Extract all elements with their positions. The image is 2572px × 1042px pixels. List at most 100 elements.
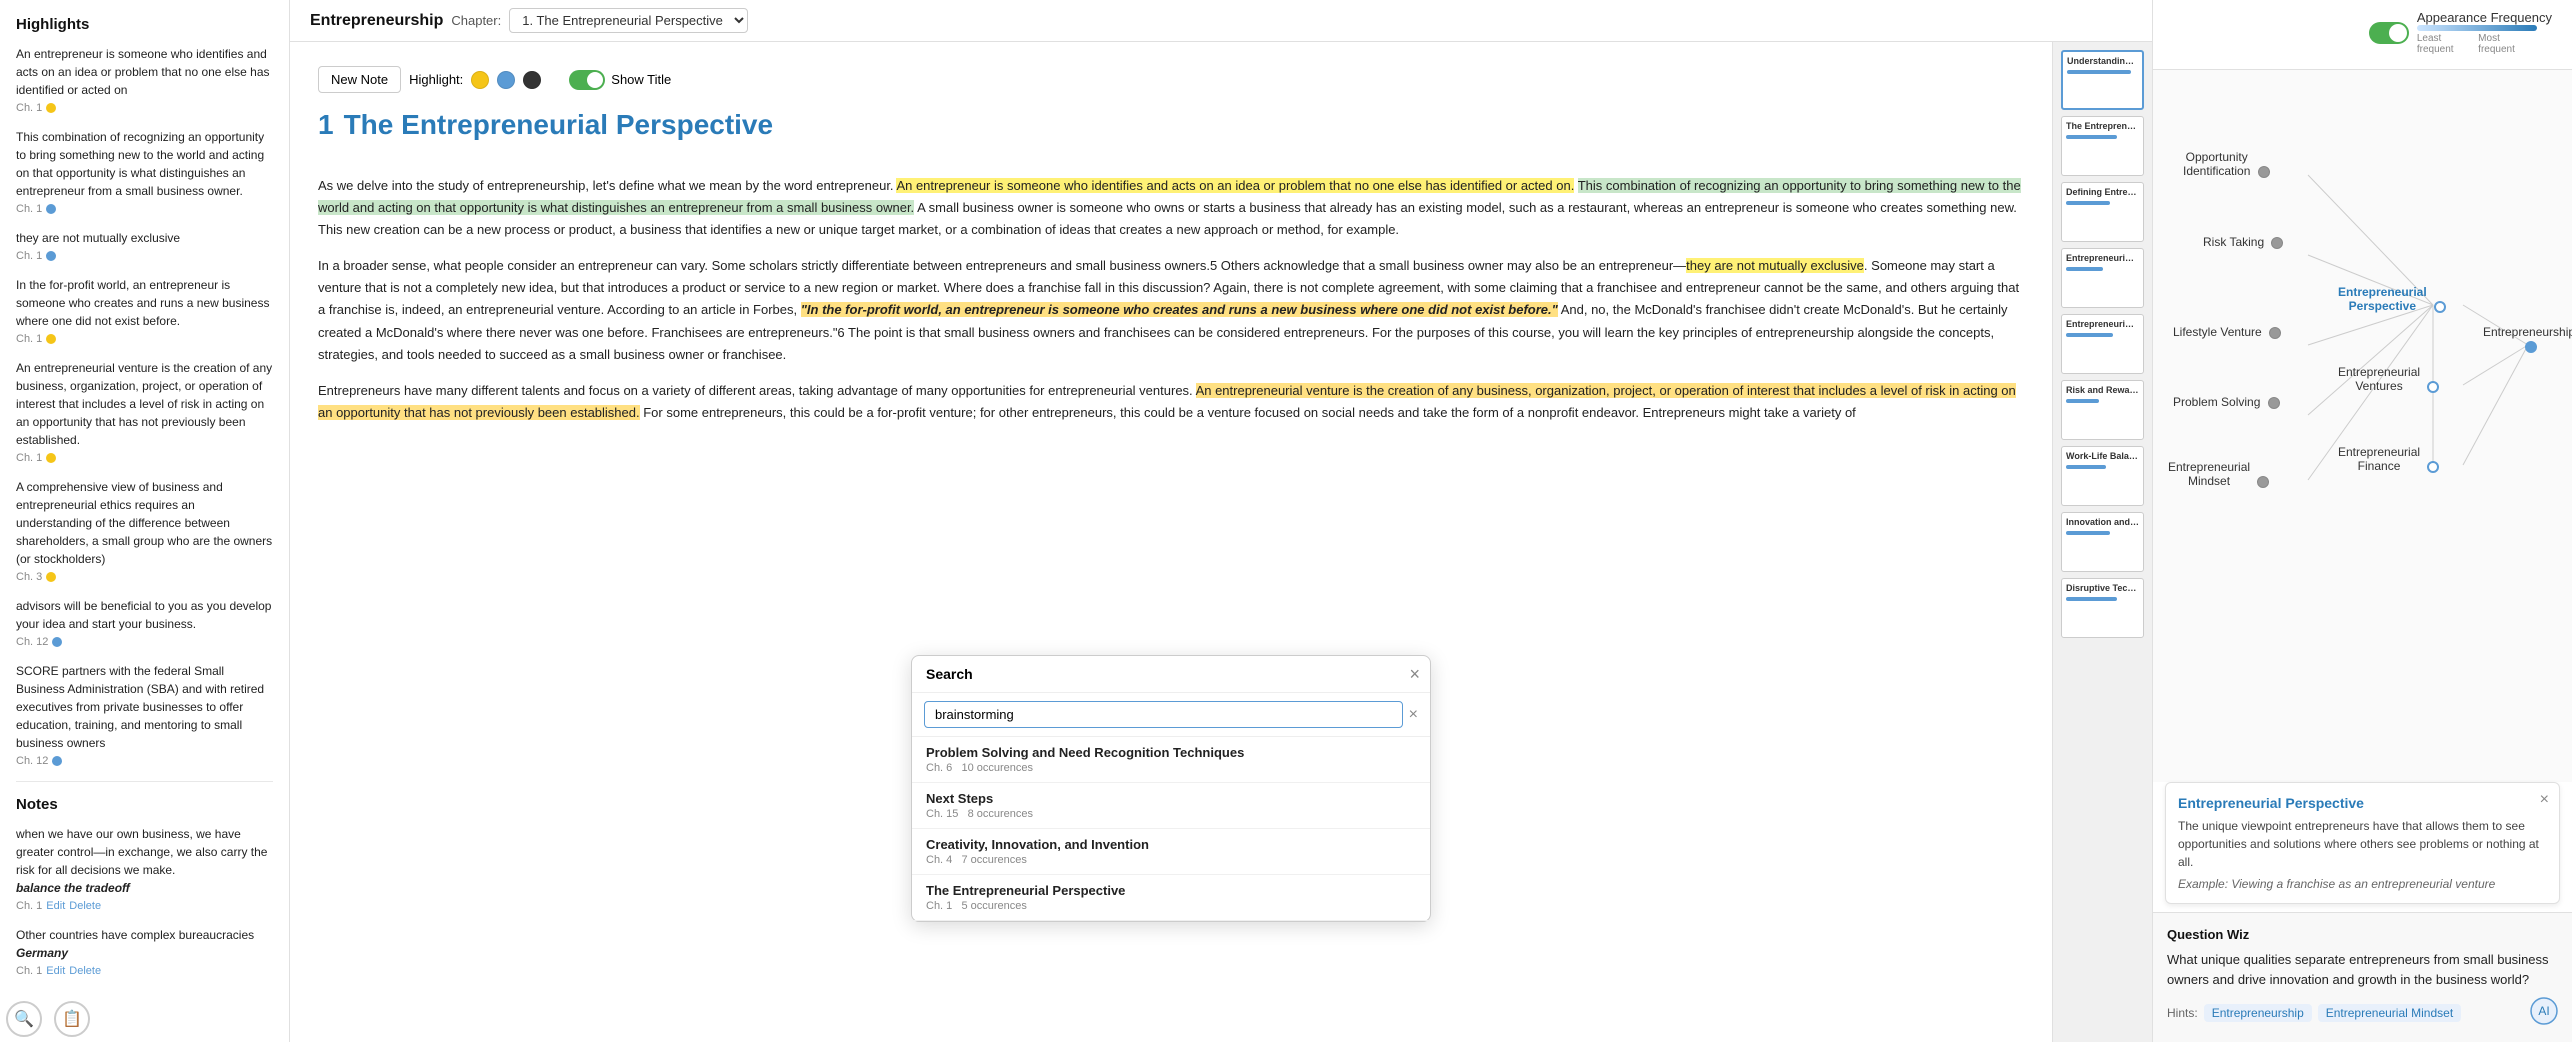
thumb-bar-6 — [2066, 465, 2106, 469]
thumbnail-item-3[interactable]: Entrepreneurial Ven... — [2061, 248, 2144, 308]
node-entrepreneurship-dot — [2525, 341, 2537, 353]
note-edit-2[interactable]: Edit — [46, 965, 65, 977]
highlight-meta-6: Ch. 3 — [16, 571, 273, 583]
highlight-chapter-8: Ch. 12 — [16, 755, 48, 767]
note-chapter-label-1: Ch. 1 — [16, 900, 42, 912]
search-result-title-3: Creativity, Innovation, and Invention — [926, 837, 1416, 852]
info-card-text: The unique viewpoint entrepreneurs have … — [2178, 817, 2547, 871]
search-input[interactable] — [924, 701, 1403, 728]
node-opportunity[interactable]: OpportunityIdentification — [2183, 150, 2270, 178]
reading-panel: New Note Highlight: Show Title 1 The Ent… — [290, 42, 2052, 1042]
highlight-item-5: An entrepreneurial venture is the creati… — [16, 359, 273, 464]
node-entrepreneurial-finance[interactable]: EntrepreneurialFinance — [2338, 445, 2439, 473]
node-risk-taking-label: Risk Taking — [2203, 235, 2264, 249]
search-result-title-2: Next Steps — [926, 791, 1416, 806]
toggle-switch[interactable] — [569, 70, 605, 90]
show-title-toggle[interactable]: Show Title — [569, 70, 671, 90]
info-card-example: Example: Viewing a franchise as an entre… — [2178, 877, 2547, 891]
search-close-button[interactable]: × — [1409, 664, 1420, 685]
node-risk-taking[interactable]: Risk Taking — [2203, 235, 2283, 249]
node-entrepreneurial-mindset[interactable]: EntrepreneurialMindset — [2168, 460, 2269, 488]
thumbnail-item-1[interactable]: The Entrepreneurial M... — [2061, 116, 2144, 176]
thumbnail-panel: Understanding Entrepren... The Entrepren… — [2052, 42, 2152, 1042]
freq-most-label: Most frequent — [2478, 33, 2537, 55]
highlight-color-dark[interactable] — [523, 71, 541, 89]
hints-row: Hints: Entrepreneurship Entrepreneurial … — [2167, 997, 2558, 1028]
highlight-chapter-6: Ch. 3 — [16, 571, 42, 583]
highlight-span-5: An entrepreneurial venture is the creati… — [318, 383, 2016, 420]
thumbnail-item-8[interactable]: Disruptive Technolo... — [2061, 578, 2144, 638]
info-card: × Entrepreneurial Perspective The unique… — [2165, 782, 2560, 904]
node-entrepreneurship[interactable]: Entrepreneurship — [2483, 325, 2572, 353]
highlight-chapter-7: Ch. 12 — [16, 636, 48, 648]
node-problem-solving-label: Problem Solving — [2173, 395, 2260, 409]
appearance-freq-toggle[interactable] — [2369, 22, 2409, 44]
concept-map-area: OpportunityIdentification Risk Taking Li… — [2153, 70, 2572, 782]
freq-bar — [2417, 25, 2537, 31]
search-overlay: Search × × Problem Solving and Need Reco… — [911, 655, 1431, 922]
thumbnail-item-0[interactable]: Understanding Entrepren... — [2061, 50, 2144, 110]
highlight-span-1: An entrepreneur is someone who identifie… — [896, 178, 1574, 193]
thumb-label-5: Risk and Reward... — [2066, 385, 2139, 395]
search-result-1[interactable]: Problem Solving and Need Recognition Tec… — [912, 737, 1430, 783]
node-lifestyle-venture-label: Lifestyle Venture — [2173, 325, 2262, 339]
highlight-text-6: A comprehensive view of business and ent… — [16, 478, 273, 568]
thumbnail-item-7[interactable]: Innovation and Disrup... — [2061, 512, 2144, 572]
toggle-knob — [587, 72, 603, 88]
top-right-area: Appearance Frequency Least frequent Most… — [2153, 0, 2572, 70]
node-problem-solving-dot — [2268, 397, 2280, 409]
note-delete-2[interactable]: Delete — [69, 965, 101, 977]
search-clear-button[interactable]: × — [1409, 706, 1418, 724]
highlight-meta-5: Ch. 1 — [16, 452, 273, 464]
node-entrepreneurial-finance-dot — [2427, 461, 2439, 473]
highlight-color-yellow[interactable] — [471, 71, 489, 89]
list-icon-button[interactable]: 📋 — [54, 1001, 90, 1037]
highlight-item-6: A comprehensive view of business and ent… — [16, 478, 273, 583]
search-result-4[interactable]: The Entrepreneurial Perspective Ch. 1 5 … — [912, 875, 1430, 921]
thumb-bar-7 — [2066, 531, 2110, 535]
note-text-1: when we have our own business, we have g… — [16, 825, 273, 897]
node-entrepreneurial-ventures[interactable]: EntrepreneurialVentures — [2338, 365, 2439, 393]
node-entrepreneurial-perspective[interactable]: EntrepreneurialPerspective — [2338, 285, 2446, 313]
appearance-freq-info: Appearance Frequency Least frequent Most… — [2417, 10, 2552, 55]
info-card-title: Entrepreneurial Perspective — [2178, 795, 2547, 811]
chapter-select[interactable]: 1. The Entrepreneurial Perspective — [509, 8, 748, 33]
search-result-3[interactable]: Creativity, Innovation, and Invention Ch… — [912, 829, 1430, 875]
node-problem-solving[interactable]: Problem Solving — [2173, 395, 2280, 409]
search-icon-button[interactable]: 🔍 — [6, 1001, 42, 1037]
chapter-number: 1 — [318, 109, 334, 141]
toolbar: New Note Highlight: Show Title — [318, 66, 2024, 93]
thumbnail-item-2[interactable]: Defining Entreprene... — [2061, 182, 2144, 242]
note-actions-2: Ch. 1 Edit Delete — [16, 965, 273, 977]
search-result-2[interactable]: Next Steps Ch. 15 8 occurences — [912, 783, 1430, 829]
highlight-chapter-3: Ch. 1 — [16, 250, 42, 262]
highlight-dot-8 — [52, 756, 62, 766]
note-actions-1: Ch. 1 Edit Delete — [16, 900, 273, 912]
search-result-meta-2: Ch. 15 8 occurences — [926, 808, 1416, 820]
note-text-2: Other countries have complex bureaucraci… — [16, 926, 273, 962]
highlight-item-8: SCORE partners with the federal Small Bu… — [16, 662, 273, 767]
highlight-color-blue[interactable] — [497, 71, 515, 89]
note-edit-1[interactable]: Edit — [46, 900, 65, 912]
note-delete-1[interactable]: Delete — [69, 900, 101, 912]
search-result-title-1: Problem Solving and Need Recognition Tec… — [926, 745, 1416, 760]
notes-section: Notes when we have our own business, we … — [16, 796, 273, 977]
highlight-span-3: they are not mutually exclusive — [1686, 258, 1864, 273]
right-panel: Appearance Frequency Least frequent Most… — [2152, 0, 2572, 1042]
freq-toggle-knob — [2389, 24, 2407, 42]
chapter-label: Chapter: — [451, 13, 501, 28]
thumbnail-item-4[interactable]: Entrepreneurial Chall... — [2061, 314, 2144, 374]
highlight-meta-4: Ch. 1 — [16, 333, 273, 345]
note-item-2: Other countries have complex bureaucraci… — [16, 926, 273, 977]
book-title: Entrepreneurship — [310, 12, 443, 30]
thumbnail-item-5[interactable]: Risk and Reward... — [2061, 380, 2144, 440]
node-lifestyle-venture[interactable]: Lifestyle Venture — [2173, 325, 2281, 339]
node-entrepreneurial-ventures-label: EntrepreneurialVentures — [2338, 365, 2420, 393]
chapter-title: The Entrepreneurial Perspective — [344, 109, 774, 141]
search-result-title-4: The Entrepreneurial Perspective — [926, 883, 1416, 898]
info-card-close-button[interactable]: × — [2540, 791, 2549, 809]
new-note-button[interactable]: New Note — [318, 66, 401, 93]
highlight-label: Highlight: — [409, 72, 463, 87]
thumbnail-item-6[interactable]: Work-Life Balance... — [2061, 446, 2144, 506]
appearance-freq-label: Appearance Frequency — [2417, 10, 2552, 25]
